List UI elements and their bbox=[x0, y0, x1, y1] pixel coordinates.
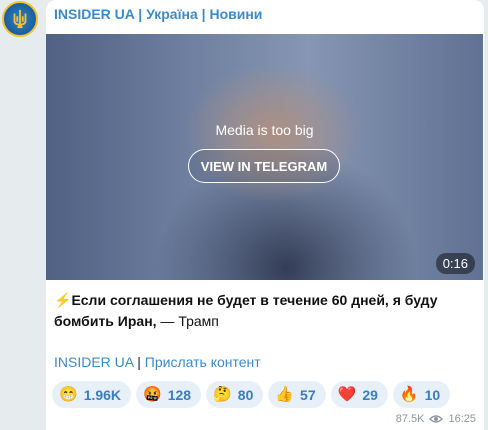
heart-emoji-icon: ❤️ bbox=[337, 386, 357, 403]
grin-emoji-icon: 😁 bbox=[59, 386, 78, 403]
thumbs-up-emoji-icon: 👍 bbox=[275, 386, 295, 403]
submit-content-link[interactable]: Прислать контент bbox=[145, 354, 261, 370]
reaction-count: 1.96K bbox=[83, 386, 122, 403]
reaction-count: 10 bbox=[424, 386, 441, 403]
message-bubble: INSIDER UA | Україна | Новини Media is t… bbox=[46, 0, 484, 430]
message-tail-text: — Трамп bbox=[156, 313, 219, 329]
thinking-emoji-icon: 🤔 bbox=[213, 386, 232, 403]
channel-link[interactable]: INSIDER UA bbox=[54, 354, 133, 370]
angry-emoji-icon: 🤬 bbox=[143, 386, 162, 403]
footer-links: INSIDER UA | Прислать контент bbox=[54, 354, 261, 370]
reaction-fire[interactable]: 🔥 10 bbox=[392, 381, 451, 408]
lightning-emoji: ⚡ bbox=[54, 292, 72, 308]
reaction-count: 57 bbox=[300, 386, 316, 403]
reaction-grin[interactable]: 😁 1.96K bbox=[52, 381, 132, 408]
trident-icon bbox=[13, 9, 27, 29]
reaction-count: 29 bbox=[362, 386, 378, 403]
reaction-thumbs-up[interactable]: 👍 57 bbox=[268, 381, 326, 408]
link-separator: | bbox=[133, 354, 145, 370]
reactions-bar: 😁 1.96K 🤬 128 🤔 80 👍 57 ❤️ 29 🔥 10 bbox=[52, 381, 451, 408]
media-notice: Media is too big bbox=[215, 122, 314, 138]
fire-emoji-icon: 🔥 bbox=[399, 386, 419, 403]
message-bold-text: Если соглашения не будет в течение 60 дн… bbox=[54, 292, 438, 329]
reaction-count: 128 bbox=[167, 386, 192, 403]
reaction-heart[interactable]: ❤️ 29 bbox=[330, 381, 388, 408]
message-text: ⚡Если соглашения не будет в течение 60 д… bbox=[54, 290, 474, 332]
channel-name[interactable]: INSIDER UA | Україна | Новини bbox=[54, 6, 262, 22]
reaction-angry[interactable]: 🤬 128 bbox=[136, 381, 202, 408]
video-duration: 0:16 bbox=[435, 253, 475, 274]
view-count: 87.5K bbox=[395, 413, 425, 425]
channel-avatar[interactable] bbox=[2, 1, 38, 37]
eye-icon bbox=[429, 415, 444, 423]
video-preview[interactable]: Media is too big VIEW IN TELEGRAM 0:16 bbox=[46, 34, 483, 280]
reaction-count: 80 bbox=[237, 386, 254, 403]
reaction-thinking[interactable]: 🤔 80 bbox=[206, 381, 264, 408]
view-in-telegram-button[interactable]: VIEW IN TELEGRAM bbox=[188, 149, 340, 183]
message-meta: 87.5K 16:25 bbox=[396, 413, 476, 425]
message-time: 16:25 bbox=[448, 413, 476, 425]
